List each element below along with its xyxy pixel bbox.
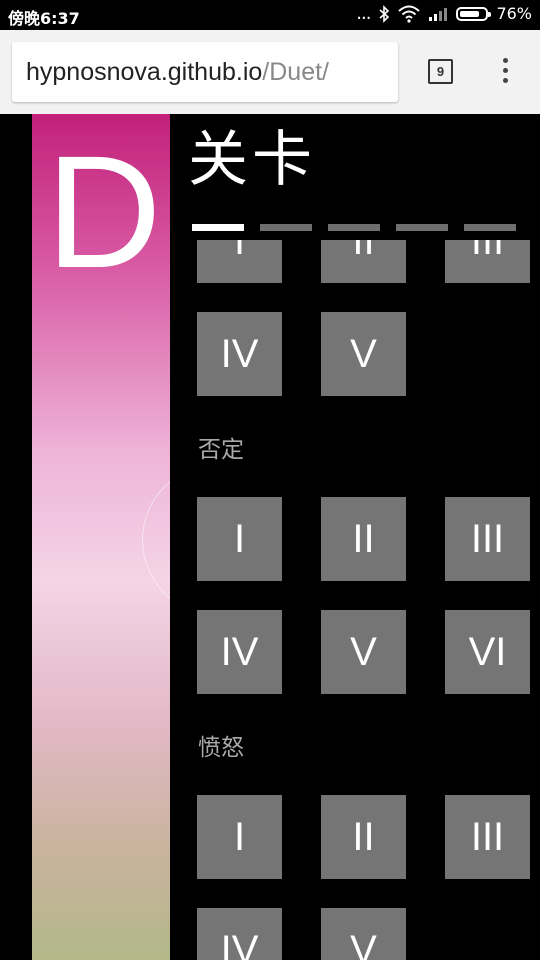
level-list[interactable]: I II III IV V 否定 I II III IV V VI 愤怒 I II III IV V [170,240,540,960]
bluetooth-icon [379,4,390,23]
status-bar: 傍晚6:37 ... 76% [0,0,540,30]
status-icons: ... 76% [356,4,532,23]
level-button[interactable]: IV [197,908,282,960]
level-button[interactable]: I [197,795,282,879]
battery-icon [456,6,492,21]
level-button[interactable]: V [321,908,406,960]
tab-switcher-button[interactable]: 9 [428,59,453,84]
level-button[interactable]: V [321,312,406,396]
browser-toolbar: hypnosnova.github.io/Duet/ 9 [0,30,540,114]
decorative-ring [142,464,170,616]
side-banner: D [32,114,170,960]
chapter-tab-2[interactable] [260,224,312,231]
url-path: /Duet/ [262,58,329,86]
chapter-tabs [192,224,516,231]
page-header: 关卡 [170,114,540,240]
level-button[interactable]: VI [445,610,530,694]
level-button[interactable]: IV [197,312,282,396]
level-button[interactable]: V [321,610,406,694]
battery-percent: 76% [496,4,532,23]
address-bar[interactable]: hypnosnova.github.io/Duet/ [12,42,398,102]
logo-letter: D [46,122,162,301]
level-button[interactable]: I [197,497,282,581]
level-button[interactable]: II [321,497,406,581]
section-label: 愤怒 [198,735,244,761]
level-button[interactable]: III [445,497,530,581]
chapter-tab-5[interactable] [464,224,516,231]
level-button[interactable]: I [197,240,282,283]
section-label: 否定 [198,437,244,463]
level-button[interactable]: II [321,240,406,283]
url-host: hypnosnova.github.io [26,58,263,86]
status-time: 傍晚6:37 [8,9,80,28]
level-button[interactable]: IV [197,610,282,694]
page-title: 关卡 [188,125,316,195]
chapter-tab-4[interactable] [396,224,448,231]
chapter-tab-3[interactable] [328,224,380,231]
notification-dots-icon: ... [356,2,371,24]
browser-menu-icon[interactable] [500,58,510,86]
signal-icon [429,7,448,21]
level-button[interactable]: II [321,795,406,879]
level-button[interactable]: III [445,240,530,283]
level-button[interactable]: III [445,795,530,879]
chapter-tab-1[interactable] [192,224,244,231]
wifi-icon [398,5,421,23]
